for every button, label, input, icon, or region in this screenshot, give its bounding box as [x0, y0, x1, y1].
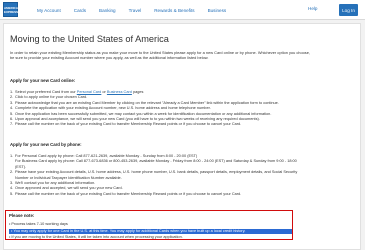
intro-paragraph: In order to retain your existing Members…	[10, 50, 310, 61]
nav-cards[interactable]: Cards	[74, 8, 86, 13]
please-note-box: Please note: • Process takes 7-10 workin…	[5, 210, 293, 240]
phone-heading: Apply for your new Card by phone:	[10, 142, 82, 147]
online-heading: Apply for your new Card online:	[10, 78, 76, 83]
logo-text: AMERICAN EXPRESS	[4, 6, 21, 14]
nav-links: My Account Cards Banking Travel Rewards …	[37, 0, 239, 20]
step-text: Click to apply online for your chosen Ca…	[15, 95, 88, 100]
note-item: • If you are moving to the United States…	[9, 235, 183, 239]
nav-rewards-benefits[interactable]: Rewards & Benefits	[154, 8, 194, 13]
step-text: Select your preferred Card from our	[15, 90, 77, 94]
step-text: Once approved and accepted, we will send…	[15, 186, 123, 191]
step-text: We'll contact you for any additional inf…	[15, 181, 96, 186]
help-link[interactable]: Help	[308, 6, 317, 11]
page-background: Moving to the United States of America I…	[0, 20, 365, 250]
business-card-link[interactable]: Business Card	[107, 90, 132, 94]
list-item: 7. Please call the number on the back of …	[10, 122, 355, 127]
step-text: Please call the number on the back of yo…	[15, 122, 242, 127]
list-item: 5. Please call the number on the back of …	[10, 192, 355, 197]
please-note-heading: Please note:	[9, 213, 35, 218]
note-text: You may only apply for one Card in the U…	[13, 229, 246, 233]
login-button[interactable]: Log In	[339, 4, 358, 16]
amex-logo[interactable]: AMERICAN EXPRESS	[3, 2, 21, 17]
nav-travel[interactable]: Travel	[129, 8, 142, 13]
nav-banking[interactable]: Banking	[99, 8, 116, 13]
step-text: Please acknowledge that you are an exist…	[15, 100, 279, 105]
personal-card-link[interactable]: Personal Card	[77, 90, 102, 94]
step-text: Upon approval and acceptance, we will se…	[15, 117, 260, 122]
note-text: Process takes 7-10 working days	[11, 222, 68, 226]
step-text: For Personal Card apply by phone: Call 8…	[15, 154, 198, 158]
step-text: For Business Card apply by phone: Call 8…	[15, 159, 297, 164]
nav-business[interactable]: Business	[208, 8, 227, 13]
step-text: pages	[131, 90, 144, 94]
step-text: Complete the application with your exist…	[15, 106, 211, 111]
note-item-highlighted: • You may only apply for one Card in the…	[9, 229, 292, 234]
phone-steps-list: 1. For Personal Card apply by phone: Call…	[10, 154, 355, 197]
note-text: If you are moving to the United States, …	[11, 235, 183, 239]
nav-my-account[interactable]: My Account	[37, 8, 61, 13]
top-navigation-bar: AMERICAN EXPRESS My Account Cards Bankin…	[0, 0, 365, 20]
online-steps-list: 1. Select your preferred Card from our Pe…	[10, 90, 355, 128]
step-text: (EST).	[15, 164, 27, 169]
step-text: Please call the number on the back of yo…	[15, 191, 242, 196]
step-text: Please have your existing Account detail…	[15, 170, 298, 175]
note-item: • Process takes 7-10 working days	[9, 222, 68, 226]
step-text: Number or Individual Taxpayer Identifica…	[15, 175, 122, 180]
page-title: Moving to the United States of America	[10, 34, 169, 44]
step-text: Once the application has been successful…	[15, 111, 272, 116]
